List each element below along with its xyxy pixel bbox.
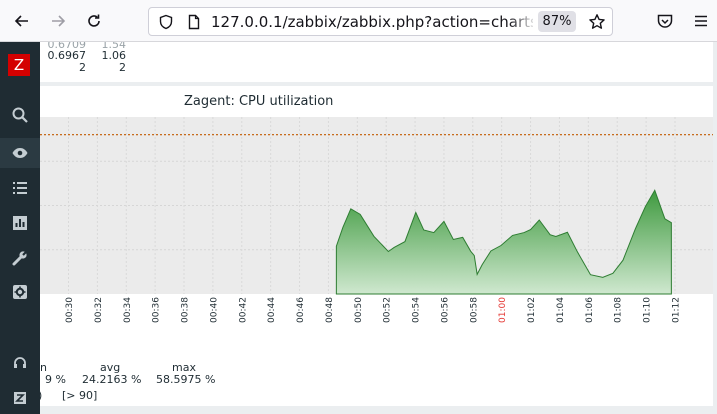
url-text[interactable]: 127.0.0.1/zabbix/zabbix.php?action=chart… — [211, 13, 533, 31]
x-tick-label: 01:06 — [585, 297, 595, 323]
forward-arrow-icon — [52, 15, 66, 27]
star-bookmark-icon[interactable] — [588, 13, 606, 31]
scrollbar[interactable] — [713, 42, 717, 414]
x-axis-ticks: 00:30 00:32 00:34 00:36 00:38 00:40 00:42 00:44… — [65, 297, 681, 323]
zabbix-sidebar: Z — [0, 42, 40, 414]
sidebar-item-reports[interactable] — [0, 208, 40, 238]
forward-button[interactable] — [45, 8, 71, 34]
reload-button[interactable] — [81, 8, 107, 34]
pocket-icon — [657, 14, 673, 28]
legend-avg-value: 24.2163 % — [82, 373, 142, 386]
page-icon[interactable] — [186, 14, 202, 30]
x-tick-label: 00:48 — [325, 297, 335, 323]
sidebar-item-inventory[interactable] — [0, 173, 40, 203]
legend-min-value: 9 % — [45, 373, 66, 386]
x-tick-label: 01:04 — [556, 297, 566, 323]
legend-max-value: 58.5975 % — [156, 373, 216, 386]
pocket-button[interactable] — [652, 8, 678, 34]
sidebar-item-configuration[interactable] — [0, 243, 40, 273]
x-tick-label: 01:08 — [614, 297, 624, 323]
x-tick-label: 00:54 — [412, 297, 422, 323]
legend-value: 2 — [119, 61, 126, 74]
x-tick-label: 00:32 — [94, 297, 104, 323]
sidebar-item-integrations[interactable] — [0, 383, 40, 413]
zabbix-share-icon — [14, 392, 26, 404]
main-content: 0.6709 1.54 0.6967 1.06 2 2 Zagent: CPU … — [40, 42, 717, 414]
browser-toolbar: 127.0.0.1/zabbix/zabbix.php?action=chart… — [0, 0, 717, 42]
list-icon — [13, 182, 27, 194]
menu-button[interactable] — [688, 8, 714, 34]
x-tick-label: 01:12 — [671, 297, 681, 323]
zabbix-logo[interactable]: Z — [8, 54, 30, 76]
x-tick-label: 00:56 — [440, 297, 450, 323]
x-tick-label: 01:02 — [527, 297, 537, 323]
x-tick-label: 01:10 — [643, 297, 653, 323]
back-button[interactable] — [9, 8, 35, 34]
headset-icon — [14, 357, 26, 368]
legend-value: 2 — [79, 61, 86, 74]
x-tick-label: 00:50 — [354, 297, 364, 323]
x-tick-label: 01:00 — [498, 297, 508, 323]
x-tick-label: 00:44 — [267, 297, 277, 323]
url-bar[interactable]: 127.0.0.1/zabbix/zabbix.php?action=chart… — [148, 7, 613, 36]
zoom-level-badge[interactable]: 87% — [538, 11, 576, 32]
wrench-icon — [12, 250, 28, 266]
gear-icon — [13, 285, 27, 299]
back-arrow-icon — [14, 15, 28, 27]
x-tick-label: 00:46 — [296, 297, 306, 323]
previous-graph-card: 0.6709 1.54 0.6967 1.06 2 2 — [40, 42, 713, 82]
search-icon — [12, 107, 28, 123]
x-tick-label: 00:38 — [181, 297, 191, 323]
x-tick-label: 00:58 — [469, 297, 479, 323]
shield-icon[interactable] — [158, 14, 174, 30]
sidebar-item-administration[interactable] — [0, 277, 40, 307]
sidebar-item-support[interactable] — [0, 348, 40, 378]
reload-icon — [88, 14, 100, 27]
bar-chart-icon — [13, 216, 27, 230]
url-fade — [509, 10, 537, 34]
x-tick-label: 00:36 — [152, 297, 162, 323]
eye-icon — [12, 148, 28, 158]
trigger-legend-label: [> 90] — [62, 389, 98, 402]
cpu-utilization-chart[interactable]: 00:30 00:32 00:34 00:36 00:38 00:40 00:42 00:44… — [40, 86, 713, 406]
x-tick-label: 00:30 — [65, 297, 75, 323]
trigger-legend-marker: ) — [40, 389, 42, 402]
x-tick-label: 00:42 — [238, 297, 248, 323]
x-tick-label: 00:52 — [383, 297, 393, 323]
x-tick-label: 00:34 — [123, 297, 133, 323]
sidebar-item-monitoring[interactable] — [0, 138, 40, 168]
x-tick-label: 00:40 — [209, 297, 219, 323]
graph-card: Zagent: CPU utilization 00:30 00:32 00:34 0… — [40, 86, 713, 406]
sidebar-search[interactable] — [0, 100, 40, 130]
hamburger-menu-icon — [695, 15, 707, 27]
